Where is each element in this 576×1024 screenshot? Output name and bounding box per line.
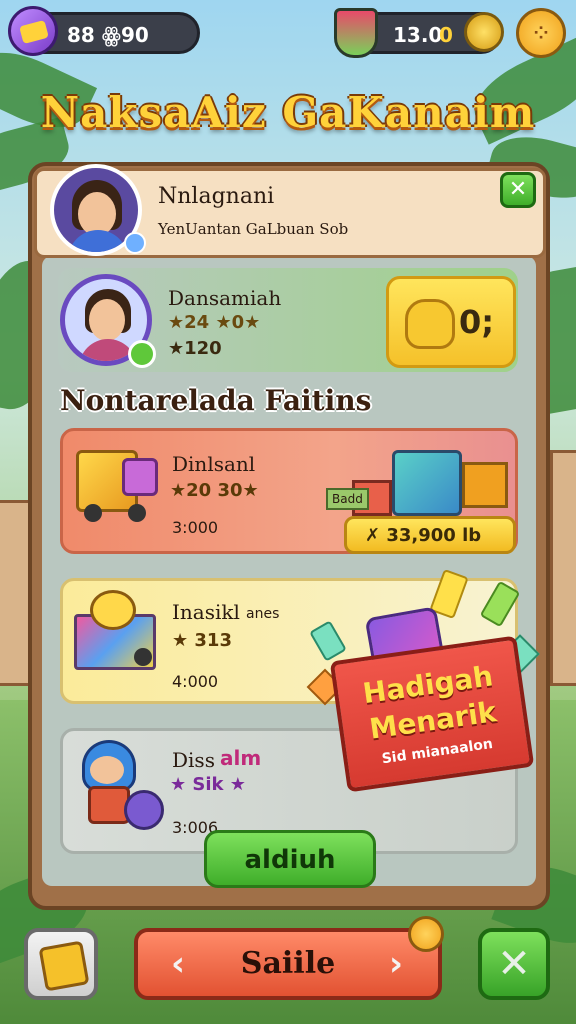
header-name: Nnlagnani [158,184,275,209]
item-1-name: Dinlsanl [172,452,256,476]
item-3-name-suffix: alm [220,746,262,770]
close-icon: ✕ [508,177,528,202]
item-2-rating: ★ 313 [172,630,232,651]
close-button[interactable]: ✕ [500,172,536,208]
profile-name: Dansamiah [168,286,282,310]
notification-badge-icon [408,916,444,952]
puzzle-icon [38,940,90,992]
featured-price-button[interactable]: ✗ 33,900 lb [344,516,516,554]
toy-box-illustration [352,440,512,518]
item-1-rating: ★20 30★ [170,480,259,501]
item-3-name: Diss [172,748,215,772]
header-subtitle: YenUantan GaLbuan Sob [158,220,349,238]
featured-tag: Badd [326,488,369,510]
currency-right-suffix: 0 [439,23,453,47]
gift-box-icon [72,590,156,674]
home-button[interactable] [24,928,98,1000]
featured-price: ✗ 33,900 lb [365,525,482,546]
coin-button-label: 0; [459,303,495,341]
action-button-label: aldiuh [244,845,336,875]
verified-badge-icon [124,232,146,254]
currency-right-value: 13.0 [393,23,443,47]
arrow-right-icon[interactable]: › [378,946,414,982]
coin-icon [464,12,504,52]
currency-left-value: 88 ꙮ90 [67,23,149,47]
level-badge-icon [128,340,156,368]
robot-toy-icon [72,738,164,832]
cancel-button[interactable]: ✕ [478,928,550,1000]
section-title: Nontarelada Faitins [60,384,372,417]
dots-icon: ⁘ [533,23,549,44]
profile-rating: ★24 ★0★ [168,312,261,333]
shield-icon [334,8,378,58]
game-title: NaksaAiz GaKanaim [40,88,536,137]
item-2-name-suffix: anes [246,606,280,622]
sale-button[interactable]: ‹ Saiile › [134,928,442,1000]
gem-icon [8,6,58,56]
profile-stars: ★120 [168,338,222,359]
item-2-price: 4:000 [172,672,219,691]
menu-button[interactable]: ⁘ [516,8,566,58]
cross-icon: ✕ [497,941,531,987]
item-3-rating: ★ Sik ★ [170,774,246,795]
action-button[interactable]: aldiuh [204,830,376,888]
item-2-name: Inasikl [172,600,240,624]
toy-truck-icon [76,440,158,524]
gold-sack-icon [405,299,455,349]
coin-button[interactable]: 0; [386,276,516,368]
item-1-price: 3:000 [172,518,219,537]
promo-banner[interactable]: Hadigah Menarik Sid mianaalon [329,635,535,793]
